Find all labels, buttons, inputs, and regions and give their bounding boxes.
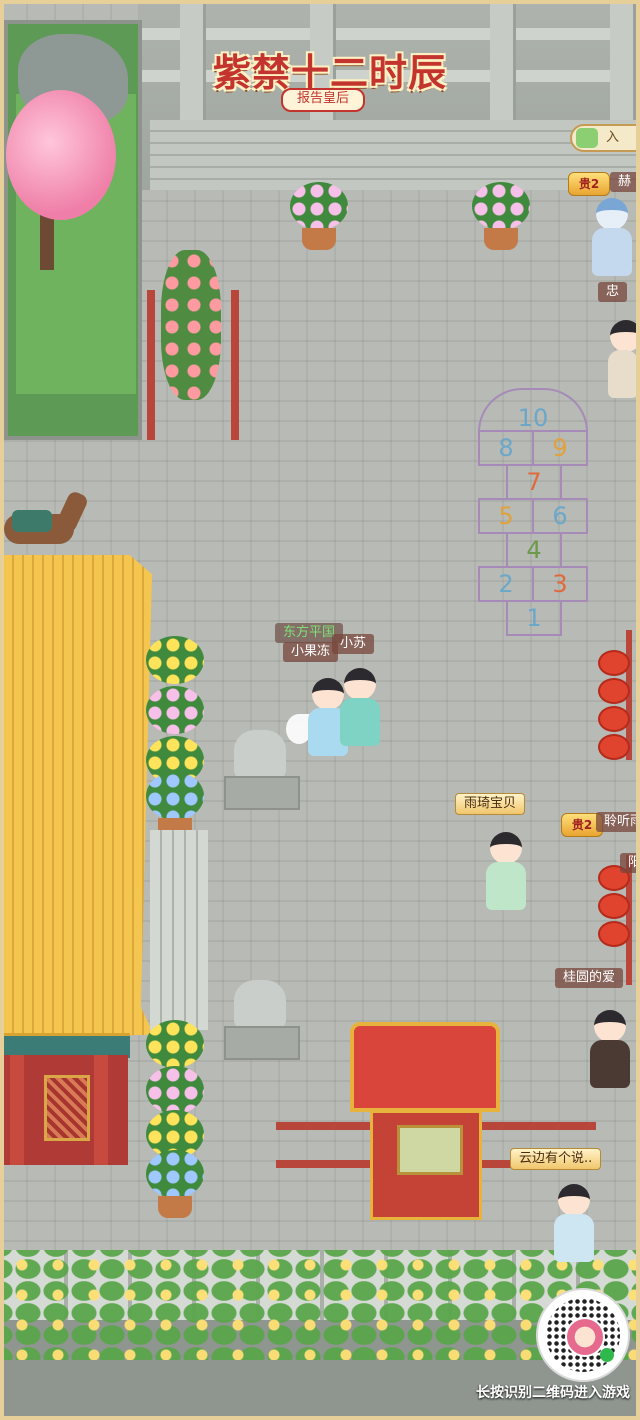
hopscotch-grid[interactable]: 10 8 9 7 5 6 4 2 3 1 — [478, 388, 588, 638]
qr-call-to-action: 长按识别二维码进入游戏 — [476, 1385, 630, 1401]
hopscotch-cell: 9 — [532, 430, 588, 466]
flower-pot — [290, 182, 348, 262]
side-stairs — [150, 830, 208, 1030]
player-name-yunbian[interactable]: 云边有个说.. — [510, 1148, 602, 1170]
hopscotch-cell-10: 10 — [478, 388, 588, 432]
player-name-top-right[interactable]: 赫 — [610, 172, 640, 192]
activity-button-label: 入 — [606, 130, 620, 145]
hopscotch-cell: 5 — [478, 498, 534, 534]
player-character-guiyuan[interactable] — [582, 1010, 638, 1090]
hopscotch-cell: 7 — [506, 464, 562, 500]
top-right-activity-button[interactable]: 入 — [570, 124, 640, 152]
hopscotch-cell: 1 — [506, 600, 562, 636]
player-name-guiyuan[interactable]: 桂圆的爱 — [555, 968, 624, 988]
game-logo-subtitle: 报告皇后 — [281, 88, 365, 112]
flower-trellis — [147, 250, 239, 440]
stone-lion-statue — [224, 730, 300, 810]
palace-wall — [4, 1055, 128, 1165]
player-character-xiaosu[interactable] — [332, 668, 388, 748]
player-name-yuqi[interactable]: 雨琦宝贝 — [455, 793, 526, 815]
palace-building — [4, 555, 154, 1220]
lattice-window — [44, 1075, 90, 1141]
player-name-xiaoguodong[interactable]: 小果冻 — [283, 642, 339, 662]
flower-pot — [146, 1150, 204, 1230]
garden-bed — [4, 20, 142, 440]
hopscotch-cell: 4 — [506, 532, 562, 568]
player-character-top-right[interactable] — [584, 198, 640, 278]
qr-code[interactable] — [536, 1288, 630, 1382]
game-logo: 紫禁十二时辰 报告皇后 — [213, 38, 448, 112]
player-character-yuqi[interactable] — [478, 832, 534, 912]
player-name-zhong[interactable]: 忠 — [598, 282, 628, 302]
hopscotch-cell: 6 — [532, 498, 588, 534]
player-name-lingting[interactable]: 聆听雨 — [596, 812, 640, 832]
hopscotch-cell: 2 — [478, 566, 534, 602]
cherry-blossom-tree — [6, 90, 116, 220]
hopscotch-cell: 8 — [478, 430, 534, 466]
wechat-icon — [600, 1348, 614, 1362]
hopscotch-cell: 3 — [532, 566, 588, 602]
tea-set-icon — [576, 128, 598, 148]
player-name-right-mid[interactable]: 阳 — [620, 853, 640, 873]
red-lanterns — [596, 630, 636, 760]
horse[interactable] — [4, 489, 102, 560]
qr-avatar-icon — [565, 1317, 605, 1357]
player-character-zhong[interactable] — [606, 320, 640, 400]
flower-pot — [472, 182, 530, 262]
player-name-xiaosu: 小苏 — [332, 634, 375, 654]
game-logo-title: 紫禁十二时辰 — [213, 50, 448, 95]
noble-rank-badge: 贵2 — [568, 172, 610, 196]
player-character-yunbian[interactable] — [546, 1184, 602, 1264]
stone-steps — [150, 120, 640, 190]
